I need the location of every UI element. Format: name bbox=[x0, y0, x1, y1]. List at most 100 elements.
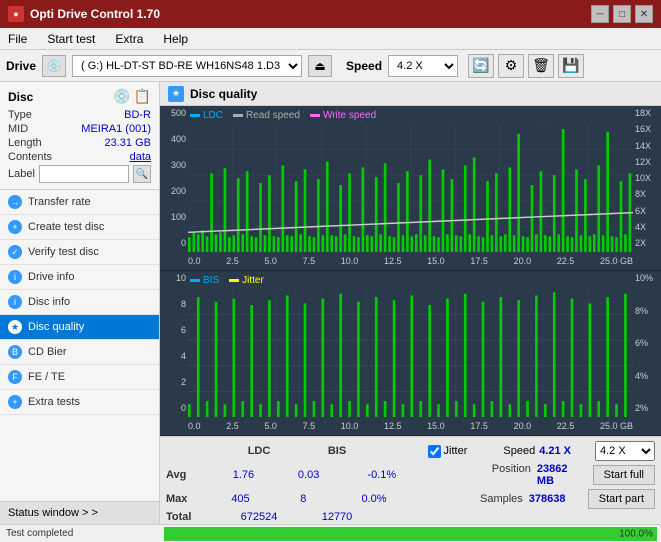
sidebar-item-disc-quality[interactable]: ★ Disc quality bbox=[0, 315, 159, 340]
drive-select[interactable]: ( G:) HL-DT-ST BD-RE WH16NS48 1.D3 bbox=[72, 55, 302, 77]
label-input[interactable] bbox=[39, 165, 129, 183]
status-window-label: Status window > > bbox=[8, 507, 98, 519]
speed-select[interactable]: 4.2 X bbox=[388, 55, 458, 77]
titlebar-left: ● Opti Drive Control 1.70 bbox=[8, 6, 160, 22]
disc-quality-icon: ★ bbox=[8, 320, 22, 334]
titlebar: ● Opti Drive Control 1.70 ─ □ ✕ bbox=[0, 0, 661, 28]
jitter-checkbox-area: Jitter bbox=[428, 445, 468, 458]
status-window-button[interactable]: Status window > > bbox=[0, 501, 159, 524]
type-label: Type bbox=[8, 109, 32, 121]
erase-button[interactable]: 🗑 bbox=[528, 54, 554, 78]
label-search-button[interactable]: 🔍 bbox=[133, 165, 151, 183]
sidebar-item-transfer-rate[interactable]: → Transfer rate bbox=[0, 190, 159, 215]
label-label: Label bbox=[8, 168, 35, 180]
speed-label: Speed bbox=[346, 59, 382, 73]
toolbar-icons: 🔄 ⚙ 🗑 💾 bbox=[468, 54, 584, 78]
cd-bier-icon: B bbox=[8, 345, 22, 359]
sidebar-item-cd-bier[interactable]: B CD Bier bbox=[0, 340, 159, 365]
ldc-header: LDC bbox=[224, 445, 294, 457]
progress-bar: 100.0% bbox=[164, 527, 657, 541]
max-bis: 8 bbox=[276, 493, 331, 505]
menu-help[interactable]: Help bbox=[159, 30, 192, 48]
sidebar-item-create-test-disc[interactable]: + Create test disc bbox=[0, 215, 159, 240]
right-panel: ★ Disc quality LDC Read speed bbox=[160, 82, 661, 524]
sidebar-item-extra-tests[interactable]: + Extra tests bbox=[0, 390, 159, 415]
maximize-button[interactable]: □ bbox=[613, 5, 631, 23]
max-ldc: 405 bbox=[213, 493, 268, 505]
jitter-check-label: Jitter bbox=[444, 445, 468, 457]
disc-info-icon: i bbox=[8, 295, 22, 309]
bis-dot bbox=[190, 279, 200, 282]
ldc-legend: LDC bbox=[190, 110, 223, 121]
write-speed-label: Write speed bbox=[323, 110, 376, 121]
avg-label: Avg bbox=[166, 469, 207, 481]
chart2-plot bbox=[188, 289, 633, 417]
stats-total-row: Total 672524 12770 bbox=[166, 511, 655, 523]
sidebar-item-verify-test-disc[interactable]: ✓ Verify test disc bbox=[0, 240, 159, 265]
disc-info-label: Disc info bbox=[28, 296, 70, 308]
sidebar-item-drive-info[interactable]: i Drive info bbox=[0, 265, 159, 290]
stats-max-row: Max 405 8 0.0% Samples 378638 Start part bbox=[166, 489, 655, 509]
jitter-checkbox[interactable] bbox=[428, 445, 441, 458]
dq-icon: ★ bbox=[168, 86, 184, 102]
close-button[interactable]: ✕ bbox=[635, 5, 653, 23]
chart2-svg bbox=[188, 289, 633, 417]
stats-header-row: LDC BIS Jitter Speed 4.21 X 4.2 X bbox=[166, 441, 655, 461]
progress-text: 100.0% bbox=[619, 528, 653, 539]
save-button[interactable]: 💾 bbox=[558, 54, 584, 78]
menu-file[interactable]: File bbox=[4, 30, 31, 48]
titlebar-controls[interactable]: ─ □ ✕ bbox=[591, 5, 653, 23]
chart2-legend: BIS Jitter bbox=[190, 275, 264, 286]
speed-select-stats[interactable]: 4.2 X bbox=[595, 441, 655, 461]
speed-header-value: 4.21 X bbox=[539, 445, 571, 457]
refresh-button[interactable]: 🔄 bbox=[468, 54, 494, 78]
avg-bis: 0.03 bbox=[280, 469, 337, 481]
status-text: Test completed bbox=[0, 528, 160, 539]
read-speed-legend: Read speed bbox=[233, 110, 300, 121]
read-speed-dot bbox=[233, 114, 243, 117]
chart1-legend: LDC Read speed Write speed bbox=[190, 110, 376, 121]
chart2-y-axis-left: 10 8 6 4 2 0 bbox=[160, 271, 188, 415]
length-value: 23.31 GB bbox=[105, 137, 151, 149]
dq-title: Disc quality bbox=[190, 87, 257, 101]
sidebar-item-disc-info[interactable]: i Disc info bbox=[0, 290, 159, 315]
menubar: File Start test Extra Help bbox=[0, 28, 661, 50]
stats-area: LDC BIS Jitter Speed 4.21 X 4.2 X bbox=[160, 436, 661, 524]
ldc-label: LDC bbox=[203, 110, 223, 121]
create-test-disc-icon: + bbox=[8, 220, 22, 234]
start-full-button[interactable]: Start full bbox=[593, 465, 655, 485]
minimize-button[interactable]: ─ bbox=[591, 5, 609, 23]
bis-header: BIS bbox=[302, 445, 372, 457]
menu-start-test[interactable]: Start test bbox=[43, 30, 99, 48]
disc-icon-2[interactable]: 📋 bbox=[134, 88, 151, 105]
drive-info-icon: i bbox=[8, 270, 22, 284]
extra-tests-icon: + bbox=[8, 395, 22, 409]
fe-te-label: FE / TE bbox=[28, 371, 65, 383]
eject-button[interactable]: ⏏ bbox=[308, 55, 332, 77]
mid-label: MID bbox=[8, 123, 28, 135]
speed-header: Speed 4.21 X bbox=[503, 445, 571, 457]
total-label: Total bbox=[166, 511, 216, 523]
bis-legend: BIS bbox=[190, 275, 219, 286]
disc-icons: 💿 📋 bbox=[113, 88, 151, 105]
app-icon: ● bbox=[8, 6, 24, 22]
disc-icon-1[interactable]: 💿 bbox=[113, 88, 130, 105]
mid-value: MEIRA1 (001) bbox=[81, 123, 151, 135]
samples-label: Samples bbox=[480, 493, 523, 505]
sidebar: Disc 💿 📋 Type BD-R MID MEIRA1 (001) Leng… bbox=[0, 82, 160, 524]
settings-button[interactable]: ⚙ bbox=[498, 54, 524, 78]
menu-extra[interactable]: Extra bbox=[111, 30, 147, 48]
position-label: Position bbox=[492, 463, 531, 487]
charts-area: LDC Read speed Write speed 500 400 30 bbox=[160, 106, 661, 524]
disc-contents-row: Contents data bbox=[8, 151, 151, 163]
position-value: 23862 MB bbox=[537, 463, 570, 487]
total-ldc: 672524 bbox=[224, 511, 294, 523]
chart2-x-axis: 0.0 2.5 5.0 7.5 10.0 12.5 15.0 17.5 20.0… bbox=[188, 417, 633, 435]
samples-value: 378638 bbox=[529, 493, 566, 505]
transfer-rate-icon: → bbox=[8, 195, 22, 209]
drive-icon: 💿 bbox=[42, 55, 66, 77]
contents-value[interactable]: data bbox=[130, 151, 151, 163]
start-part-button[interactable]: Start part bbox=[588, 489, 655, 509]
speed-header-label: Speed bbox=[503, 445, 535, 457]
sidebar-item-fe-te[interactable]: F FE / TE bbox=[0, 365, 159, 390]
